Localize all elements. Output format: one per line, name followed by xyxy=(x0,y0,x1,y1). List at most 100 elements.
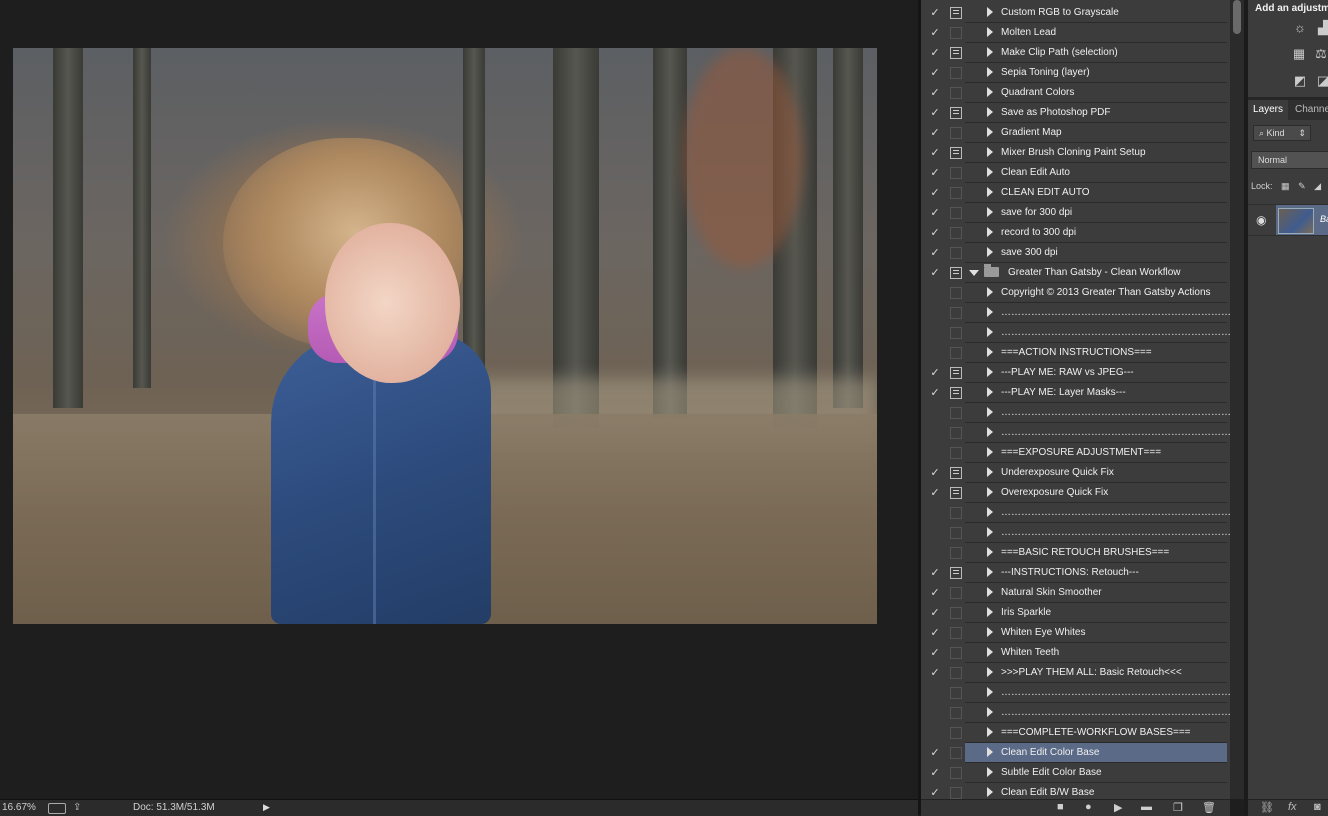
document-photo[interactable] xyxy=(13,48,877,624)
preview-icon[interactable] xyxy=(48,803,66,814)
action-row[interactable]: ===ACTION INSTRUCTIONS=== xyxy=(921,343,1230,363)
toggle-dialog-icon[interactable] xyxy=(950,227,962,239)
layer-thumbnail[interactable] xyxy=(1278,208,1314,234)
toggle-dialog-icon[interactable] xyxy=(950,347,962,359)
record-icon[interactable]: ● xyxy=(1085,801,1092,813)
toggle-item-check-icon[interactable]: ✓ xyxy=(929,66,941,79)
toggle-dialog-icon[interactable] xyxy=(950,507,962,519)
scrollbar-thumb[interactable] xyxy=(1233,0,1241,34)
action-row[interactable]: ✓ record to 300 dpi xyxy=(921,223,1230,243)
expand-triangle-right-icon[interactable] xyxy=(987,567,993,577)
fx-icon[interactable]: fx xyxy=(1288,801,1297,813)
expand-triangle-right-icon[interactable] xyxy=(987,247,993,257)
action-row[interactable]: ✓ Molten Lead xyxy=(921,23,1230,43)
action-row[interactable]: …………………………………………………………… xyxy=(921,323,1230,343)
toggle-dialog-icon[interactable] xyxy=(950,87,962,99)
expand-triangle-right-icon[interactable] xyxy=(987,127,993,137)
toggle-item-check-icon[interactable]: ✓ xyxy=(929,186,941,199)
lock-pixels-icon[interactable]: ✎ xyxy=(1298,181,1306,191)
stop-icon[interactable]: ■ xyxy=(1057,801,1064,813)
toggle-item-check-icon[interactable]: ✓ xyxy=(929,246,941,259)
share-icon[interactable]: ⇪ xyxy=(73,802,81,813)
expand-triangle-right-icon[interactable] xyxy=(987,727,993,737)
toggle-dialog-icon[interactable] xyxy=(950,367,962,379)
toggle-dialog-icon[interactable] xyxy=(950,107,962,119)
action-row[interactable]: ===BASIC RETOUCH BRUSHES=== xyxy=(921,543,1230,563)
action-row[interactable]: …………………………………………………………… xyxy=(921,503,1230,523)
zoom-level[interactable]: 16.67% xyxy=(2,802,36,813)
toggle-item-check-icon[interactable]: ✓ xyxy=(929,626,941,639)
action-row[interactable]: ✓ Clean Edit Color Base xyxy=(921,743,1230,763)
expand-triangle-right-icon[interactable] xyxy=(987,227,993,237)
action-row[interactable]: ✓ Subtle Edit Color Base xyxy=(921,763,1230,783)
brightness-contrast-icon[interactable]: ☼ xyxy=(1293,21,1307,35)
toggle-dialog-icon[interactable] xyxy=(950,647,962,659)
lock-transparency-icon[interactable]: ▦ xyxy=(1281,181,1290,191)
toggle-dialog-icon[interactable] xyxy=(950,467,962,479)
toggle-dialog-icon[interactable] xyxy=(950,707,962,719)
toggle-dialog-icon[interactable] xyxy=(950,627,962,639)
action-row[interactable]: ✓ Whiten Teeth xyxy=(921,643,1230,663)
expand-triangle-right-icon[interactable] xyxy=(987,7,993,17)
tab-layers[interactable]: Layers xyxy=(1248,100,1289,120)
action-row[interactable]: ✓ Clean Edit B/W Base xyxy=(921,783,1230,799)
expand-triangle-right-icon[interactable] xyxy=(987,487,993,497)
toggle-item-check-icon[interactable]: ✓ xyxy=(929,26,941,39)
expand-triangle-right-icon[interactable] xyxy=(987,367,993,377)
action-row[interactable]: ✓ Whiten Eye Whites xyxy=(921,623,1230,643)
expand-triangle-right-icon[interactable] xyxy=(987,307,993,317)
toggle-dialog-icon[interactable] xyxy=(950,67,962,79)
action-row[interactable]: ✓ Iris Sparkle xyxy=(921,603,1230,623)
toggle-dialog-icon[interactable] xyxy=(950,187,962,199)
toggle-item-check-icon[interactable]: ✓ xyxy=(929,486,941,499)
toggle-item-check-icon[interactable]: ✓ xyxy=(929,666,941,679)
expand-triangle-right-icon[interactable] xyxy=(987,107,993,117)
action-row[interactable]: ✓ ---PLAY ME: Layer Masks--- xyxy=(921,383,1230,403)
expand-triangle-right-icon[interactable] xyxy=(987,147,993,157)
toggle-dialog-icon[interactable] xyxy=(950,327,962,339)
expand-triangle-right-icon[interactable] xyxy=(987,67,993,77)
toggle-item-check-icon[interactable]: ✓ xyxy=(929,466,941,479)
trash-icon[interactable]: 🗑 xyxy=(1202,801,1216,814)
toggle-item-check-icon[interactable]: ✓ xyxy=(929,146,941,159)
add-mask-icon[interactable]: ◙ xyxy=(1314,801,1321,813)
toggle-dialog-icon[interactable] xyxy=(950,527,962,539)
toggle-dialog-icon[interactable] xyxy=(950,287,962,299)
toggle-dialog-icon[interactable] xyxy=(950,727,962,739)
toggle-item-check-icon[interactable]: ✓ xyxy=(929,746,941,759)
toggle-dialog-icon[interactable] xyxy=(950,7,962,19)
color-balance-icon[interactable]: ⚖ xyxy=(1314,47,1328,61)
action-row[interactable]: ✓ Make Clip Path (selection) xyxy=(921,43,1230,63)
action-row[interactable]: …………………………………………………………… xyxy=(921,703,1230,723)
expand-triangle-right-icon[interactable] xyxy=(987,707,993,717)
action-row[interactable]: ✓ Overexposure Quick Fix xyxy=(921,483,1230,503)
toggle-dialog-icon[interactable] xyxy=(950,167,962,179)
action-row[interactable]: ✓ Mixer Brush Cloning Paint Setup xyxy=(921,143,1230,163)
toggle-dialog-icon[interactable] xyxy=(950,567,962,579)
toggle-dialog-icon[interactable] xyxy=(950,127,962,139)
expand-triangle-right-icon[interactable] xyxy=(987,47,993,57)
expand-triangle-right-icon[interactable] xyxy=(987,607,993,617)
action-row[interactable]: ✓ Quadrant Colors xyxy=(921,83,1230,103)
expand-triangle-right-icon[interactable] xyxy=(987,767,993,777)
action-row[interactable]: ✓ save for 300 dpi xyxy=(921,203,1230,223)
expand-triangle-right-icon[interactable] xyxy=(987,407,993,417)
toggle-dialog-icon[interactable] xyxy=(950,447,962,459)
action-row[interactable]: ✓ Clean Edit Auto xyxy=(921,163,1230,183)
expand-triangle-right-icon[interactable] xyxy=(987,347,993,357)
toggle-dialog-icon[interactable] xyxy=(950,427,962,439)
action-row[interactable]: ✓ Gradient Map xyxy=(921,123,1230,143)
toggle-dialog-icon[interactable] xyxy=(950,667,962,679)
action-row[interactable]: …………………………………………………………… xyxy=(921,403,1230,423)
layer-row-background[interactable]: ◉ Ba xyxy=(1248,204,1328,236)
toggle-item-check-icon[interactable]: ✓ xyxy=(929,166,941,179)
expand-triangle-right-icon[interactable] xyxy=(987,527,993,537)
expand-triangle-right-icon[interactable] xyxy=(987,647,993,657)
new-action-icon[interactable]: ❐ xyxy=(1173,801,1183,814)
expand-triangle-right-icon[interactable] xyxy=(987,87,993,97)
blend-mode-select[interactable]: Normal xyxy=(1251,151,1328,169)
play-icon[interactable]: ▶ xyxy=(1114,801,1122,814)
toggle-dialog-icon[interactable] xyxy=(950,547,962,559)
action-row[interactable]: ✓ Natural Skin Smoother xyxy=(921,583,1230,603)
toggle-item-check-icon[interactable]: ✓ xyxy=(929,566,941,579)
